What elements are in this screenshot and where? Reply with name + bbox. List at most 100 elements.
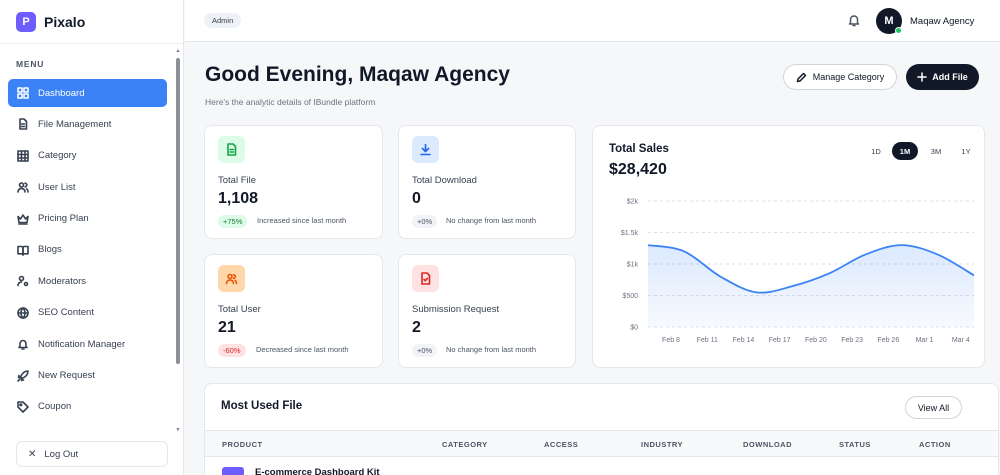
sidebar-item-label: New Request <box>38 370 96 382</box>
total-sales-card: Total Sales $28,420 1D 1M 3M 1Y $0 $500 $1… <box>592 125 985 368</box>
add-file-label: Add File <box>932 72 968 82</box>
y-tick-label: $1.5k <box>621 230 639 237</box>
scroll-up-arrow-icon[interactable]: ▲ <box>175 48 181 54</box>
sidebar-item-pricing-plan[interactable]: Pricing Plan <box>8 205 167 233</box>
product-thumbnail <box>222 467 244 475</box>
menu-section-label: MENU <box>16 59 45 69</box>
notification-bell-icon[interactable] <box>847 13 861 27</box>
tag-icon <box>17 401 29 413</box>
x-tick-label: Feb 26 <box>877 337 899 344</box>
crown-icon <box>17 213 29 225</box>
sidebar-item-label: Moderators <box>38 275 87 287</box>
sidebar-item-seo-content[interactable]: SEO Content <box>8 299 167 327</box>
sidebar-item-file-management[interactable]: File Management <box>8 110 167 138</box>
x-tick-label: Feb 23 <box>841 337 863 344</box>
online-status-dot <box>895 27 902 34</box>
logout-button[interactable]: ✕ Log Out <box>16 441 168 467</box>
y-tick-label: $1k <box>627 262 639 269</box>
sidebar-item-moderators[interactable]: Moderators <box>8 267 167 295</box>
bell-icon <box>18 339 28 350</box>
stat-note: No change from last month <box>446 216 537 225</box>
user-name[interactable]: Maqaw Agency <box>910 16 974 27</box>
users-icon <box>17 182 29 193</box>
download-icon <box>412 136 439 163</box>
stat-note: Increased since last month <box>257 216 347 225</box>
manage-category-button[interactable]: Manage Category <box>783 64 897 90</box>
top-header: Admin M Maqaw Agency <box>185 0 1000 42</box>
trend-badge: +75% <box>218 215 248 228</box>
page-subtitle: Here's the analytic details of IBundle p… <box>205 97 376 107</box>
sidebar-item-label: Dashboard <box>38 87 85 99</box>
y-tick-label: $2k <box>627 199 639 206</box>
sidebar-scrollbar[interactable]: ▲ ▼ <box>175 48 181 433</box>
brand-name: Pixalo <box>44 13 86 30</box>
stat-note: Decreased since last month <box>256 345 349 354</box>
sidebar-item-coupon[interactable]: Coupon <box>8 393 167 421</box>
close-icon: ✕ <box>28 448 37 460</box>
sidebar-item-blogs[interactable]: Blogs <box>8 236 167 264</box>
sales-area-chart: $0 $500 $1k $1.5k $2k Feb 8 Feb 11 Feb 14 Feb 1… <box>621 199 975 344</box>
product-name[interactable]: E-commerce Dashboard Kit <box>255 467 380 475</box>
column-header-status[interactable]: STATUS <box>839 440 871 449</box>
table-grid-icon <box>17 149 29 162</box>
stat-label: Total User <box>218 304 261 315</box>
sidebar-item-label: Category <box>38 150 77 162</box>
y-tick-label: $500 <box>622 293 638 300</box>
rocket-icon <box>17 369 29 382</box>
trend-badge: +0% <box>412 215 438 228</box>
sales-area <box>648 245 974 327</box>
sidebar-item-category[interactable]: Category <box>8 142 167 170</box>
sidebar-item-label: Coupon <box>38 401 72 413</box>
view-all-button[interactable]: View All <box>905 396 962 419</box>
brand[interactable]: P Pixalo <box>0 0 183 44</box>
stat-value: 21 <box>218 319 236 336</box>
column-header-category[interactable]: CATEGORY <box>442 440 488 449</box>
stat-label: Submission Request <box>412 304 500 315</box>
x-tick-label: Mar 1 <box>916 337 934 344</box>
x-tick-label: Feb 8 <box>662 337 680 344</box>
sidebar: P Pixalo MENU Dashboard File Management … <box>0 0 184 475</box>
scroll-thumb[interactable] <box>176 58 180 364</box>
column-header-action[interactable]: ACTION <box>919 440 951 449</box>
role-badge: Admin <box>204 13 242 28</box>
document-icon <box>218 136 245 163</box>
user-gear-icon <box>17 276 29 287</box>
sidebar-item-label: User List <box>38 181 76 193</box>
sidebar-item-label: File Management <box>38 118 112 130</box>
stat-card-total-user: Total User 21 -60% Decreased since last … <box>204 254 383 368</box>
x-tick-label: Feb 14 <box>733 337 755 344</box>
trend-badge: +0% <box>412 344 438 357</box>
users-icon <box>218 265 245 292</box>
book-icon <box>17 245 29 256</box>
add-file-button[interactable]: Add File <box>906 64 979 90</box>
y-tick-label: $0 <box>630 325 638 332</box>
column-header-industry[interactable]: INDUSTRY <box>641 440 683 449</box>
scroll-down-arrow-icon[interactable]: ▼ <box>175 427 181 433</box>
sidebar-item-dashboard[interactable]: Dashboard <box>8 79 167 107</box>
page-title: Good Evening, Maqaw Agency <box>205 63 510 86</box>
stat-value: 2 <box>412 319 421 336</box>
stat-value: 1,108 <box>218 190 259 207</box>
sidebar-item-notification-manager[interactable]: Notification Manager <box>8 330 167 358</box>
sidebar-item-new-request[interactable]: New Request <box>8 362 167 390</box>
column-header-access[interactable]: ACCESS <box>544 440 578 449</box>
sidebar-item-user-list[interactable]: User List <box>8 173 167 201</box>
table-title: Most Used File <box>221 400 303 412</box>
stat-card-submission-request: Submission Request 2 +0% No change from … <box>398 254 576 368</box>
table-header: PRODUCT CATEGORY ACCESS INDUSTRY DOWNLOA… <box>205 430 998 457</box>
pencil-icon <box>796 72 806 82</box>
column-header-product[interactable]: PRODUCT <box>222 440 263 449</box>
trend-badge: -60% <box>218 344 246 357</box>
sidebar-item-label: SEO Content <box>38 307 94 319</box>
stat-label: Total File <box>218 175 257 186</box>
plus-icon <box>917 72 927 82</box>
x-tick-label: Feb 20 <box>805 337 827 344</box>
manage-category-label: Manage Category <box>812 72 885 82</box>
sidebar-item-label: Pricing Plan <box>38 213 89 225</box>
stat-card-total-download: Total Download 0 +0% No change from last… <box>398 125 576 239</box>
stat-label: Total Download <box>412 175 477 186</box>
x-tick-label: Feb 11 <box>697 337 718 344</box>
column-header-download[interactable]: DOWNLOAD <box>743 440 792 449</box>
x-tick-label: Feb 17 <box>769 337 791 344</box>
most-used-file-card: Most Used File View All PRODUCT CATEGORY… <box>204 383 999 475</box>
